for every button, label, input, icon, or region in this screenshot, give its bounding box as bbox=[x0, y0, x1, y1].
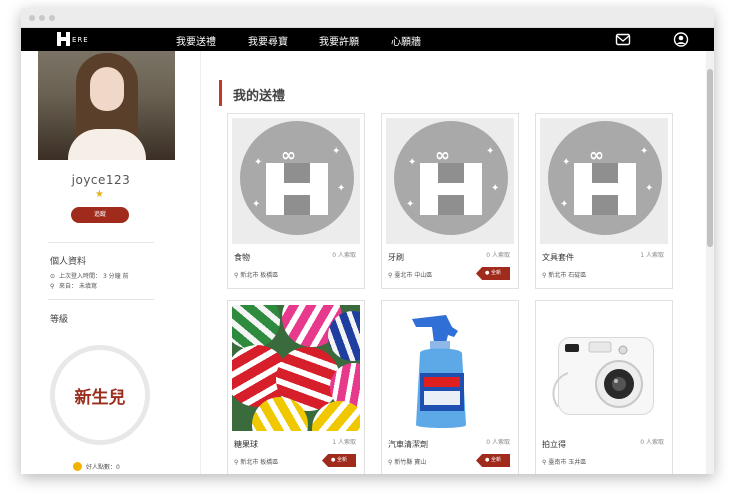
logo-mark-icon bbox=[57, 32, 70, 46]
gift-request-count: 0 人索取 bbox=[332, 252, 356, 259]
level-title: 等級 bbox=[50, 315, 69, 325]
title-accent bbox=[219, 80, 222, 106]
new-tag-label: 全新 bbox=[490, 270, 501, 276]
from-row: ⚲ 來自： 未填寫 bbox=[50, 281, 97, 290]
new-tag: ● 全新 bbox=[322, 454, 356, 467]
new-tag: ● 全新 bbox=[476, 454, 510, 467]
nav-link-wish[interactable]: 我要許願 bbox=[319, 33, 359, 48]
gift-card[interactable]: ∞ ✦ ✦ ✦ ✦ 牙刷 0 人索取 ⚲ 臺北市 中山區 ● 全新 bbox=[381, 113, 519, 289]
gift-name[interactable]: 文具套件 bbox=[542, 252, 574, 263]
good-points: 好人點數：0 bbox=[86, 462, 120, 471]
last-login-value: 3 分鐘 前 bbox=[102, 273, 129, 280]
star-icon: ★ bbox=[95, 189, 104, 200]
gift-placeholder-image: ∞ ✦ ✦ ✦ ✦ bbox=[232, 118, 360, 244]
gift-location: ⚲ 新北市 石碇區 bbox=[542, 270, 586, 279]
gift-request-count: 1 人索取 bbox=[640, 252, 664, 259]
scrollbar-thumb[interactable] bbox=[707, 69, 713, 247]
gift-name[interactable]: 牙刷 bbox=[388, 252, 404, 263]
gift-location: ⚲ 新北市 板橋區 bbox=[234, 270, 278, 279]
good-points-label: 好人點數： bbox=[86, 464, 117, 471]
follow-button[interactable]: 追蹤 bbox=[71, 207, 129, 223]
divider bbox=[48, 299, 154, 300]
gift-name[interactable]: 汽車清潔劑 bbox=[388, 439, 428, 450]
new-tag: ● 全新 bbox=[476, 267, 510, 280]
gift-card[interactable]: 汽車清潔劑 0 人索取 ⚲ 新竹縣 寶山 ● 全新 bbox=[381, 300, 519, 474]
top-navbar: ERE 我要送禮 我要尋寶 我要許願 心願牆 bbox=[21, 28, 714, 51]
window-dot-3[interactable] bbox=[49, 15, 55, 21]
new-tag-label: 全新 bbox=[336, 457, 347, 463]
profile-sidebar: joyce123 ★ 追蹤 個人資料 ⊙ 上次登入時間： 3 分鐘 前 ⚲ 來自： … bbox=[21, 51, 201, 474]
browser-window: ERE 我要送禮 我要尋寶 我要許願 心願牆 joyce123 ★ 追蹤 個人資… bbox=[21, 8, 714, 474]
gift-location-text: 臺南市 玉井區 bbox=[548, 459, 587, 466]
from-value: 未填寫 bbox=[78, 283, 97, 290]
gift-image-cleaner bbox=[386, 305, 514, 431]
gift-card[interactable]: ∞ ✦ ✦ ✦ ✦ 食物 0 人索取 ⚲ 新北市 板橋區 bbox=[227, 113, 365, 289]
gift-location: ⚲ 新北市 板橋區 bbox=[234, 457, 278, 466]
good-points-value: 0 bbox=[116, 464, 120, 471]
gift-name[interactable]: 食物 bbox=[234, 252, 250, 263]
clock-icon: ⊙ bbox=[50, 273, 56, 280]
window-titlebar bbox=[21, 8, 714, 28]
gift-image-camera bbox=[540, 305, 668, 431]
level-badge: 新生兒 bbox=[50, 345, 150, 445]
nav-link-wishwall[interactable]: 心願牆 bbox=[391, 33, 421, 48]
gift-location-text: 新北市 板橋區 bbox=[240, 272, 279, 279]
site-logo[interactable]: ERE bbox=[57, 31, 97, 48]
gift-location-text: 臺北市 中山區 bbox=[394, 272, 433, 279]
level-name: 新生兒 bbox=[74, 388, 126, 408]
window-dot-2[interactable] bbox=[39, 15, 45, 21]
gift-request-count: 0 人索取 bbox=[486, 252, 510, 259]
profile-username: joyce123 bbox=[71, 173, 131, 187]
gift-name[interactable]: 糖果球 bbox=[234, 439, 258, 450]
location-icon: ⚲ bbox=[50, 283, 55, 290]
divider bbox=[48, 242, 154, 243]
last-login-row: ⊙ 上次登入時間： 3 分鐘 前 bbox=[50, 271, 129, 280]
mail-icon[interactable] bbox=[615, 32, 631, 47]
account-icon[interactable] bbox=[673, 32, 689, 47]
info-title: 個人資料 bbox=[50, 257, 87, 267]
gift-location: ⚲ 臺南市 玉井區 bbox=[542, 457, 586, 466]
gift-card[interactable]: ∞ ✦ ✦ ✦ ✦ 文具套件 1 人索取 ⚲ 新北市 石碇區 bbox=[535, 113, 673, 289]
nav-link-give[interactable]: 我要送禮 bbox=[176, 33, 216, 48]
gift-placeholder-image: ∞ ✦ ✦ ✦ ✦ bbox=[540, 118, 668, 244]
gift-request-count: 1 人索取 bbox=[332, 439, 356, 446]
new-tag-label: 全新 bbox=[490, 457, 501, 463]
gift-location-text: 新竹縣 寶山 bbox=[394, 459, 427, 466]
coin-icon bbox=[73, 462, 82, 471]
gift-request-count: 0 人索取 bbox=[640, 439, 664, 446]
main-content: 我的送禮 ∞ ✦ ✦ ✦ ✦ 食物 0 人索取 ⚲ 新北市 板橋區 ∞ ✦ ✦ … bbox=[202, 51, 706, 474]
logo-text: ERE bbox=[72, 36, 89, 44]
last-login-label: 上次登入時間： bbox=[59, 273, 102, 280]
gift-request-count: 0 人索取 bbox=[486, 439, 510, 446]
page-scrollbar[interactable] bbox=[706, 51, 714, 474]
page-title: 我的送禮 bbox=[233, 89, 286, 104]
gift-card[interactable]: 拍立得 0 人索取 ⚲ 臺南市 玉井區 bbox=[535, 300, 673, 474]
gift-location: ⚲ 臺北市 中山區 bbox=[388, 270, 432, 279]
gift-card[interactable]: 糖果球 1 人索取 ⚲ 新北市 板橋區 ● 全新 bbox=[227, 300, 365, 474]
from-label: 來自： bbox=[59, 283, 78, 290]
gift-image-candy bbox=[232, 305, 360, 431]
window-dot-1[interactable] bbox=[29, 15, 35, 21]
gift-location: ⚲ 新竹縣 寶山 bbox=[388, 457, 426, 466]
nav-link-treasure[interactable]: 我要尋寶 bbox=[248, 33, 288, 48]
gift-name[interactable]: 拍立得 bbox=[542, 439, 566, 450]
gift-placeholder-image: ∞ ✦ ✦ ✦ ✦ bbox=[386, 118, 514, 244]
profile-avatar bbox=[38, 51, 175, 160]
gift-location-text: 新北市 板橋區 bbox=[240, 459, 279, 466]
gift-location-text: 新北市 石碇區 bbox=[548, 272, 587, 279]
